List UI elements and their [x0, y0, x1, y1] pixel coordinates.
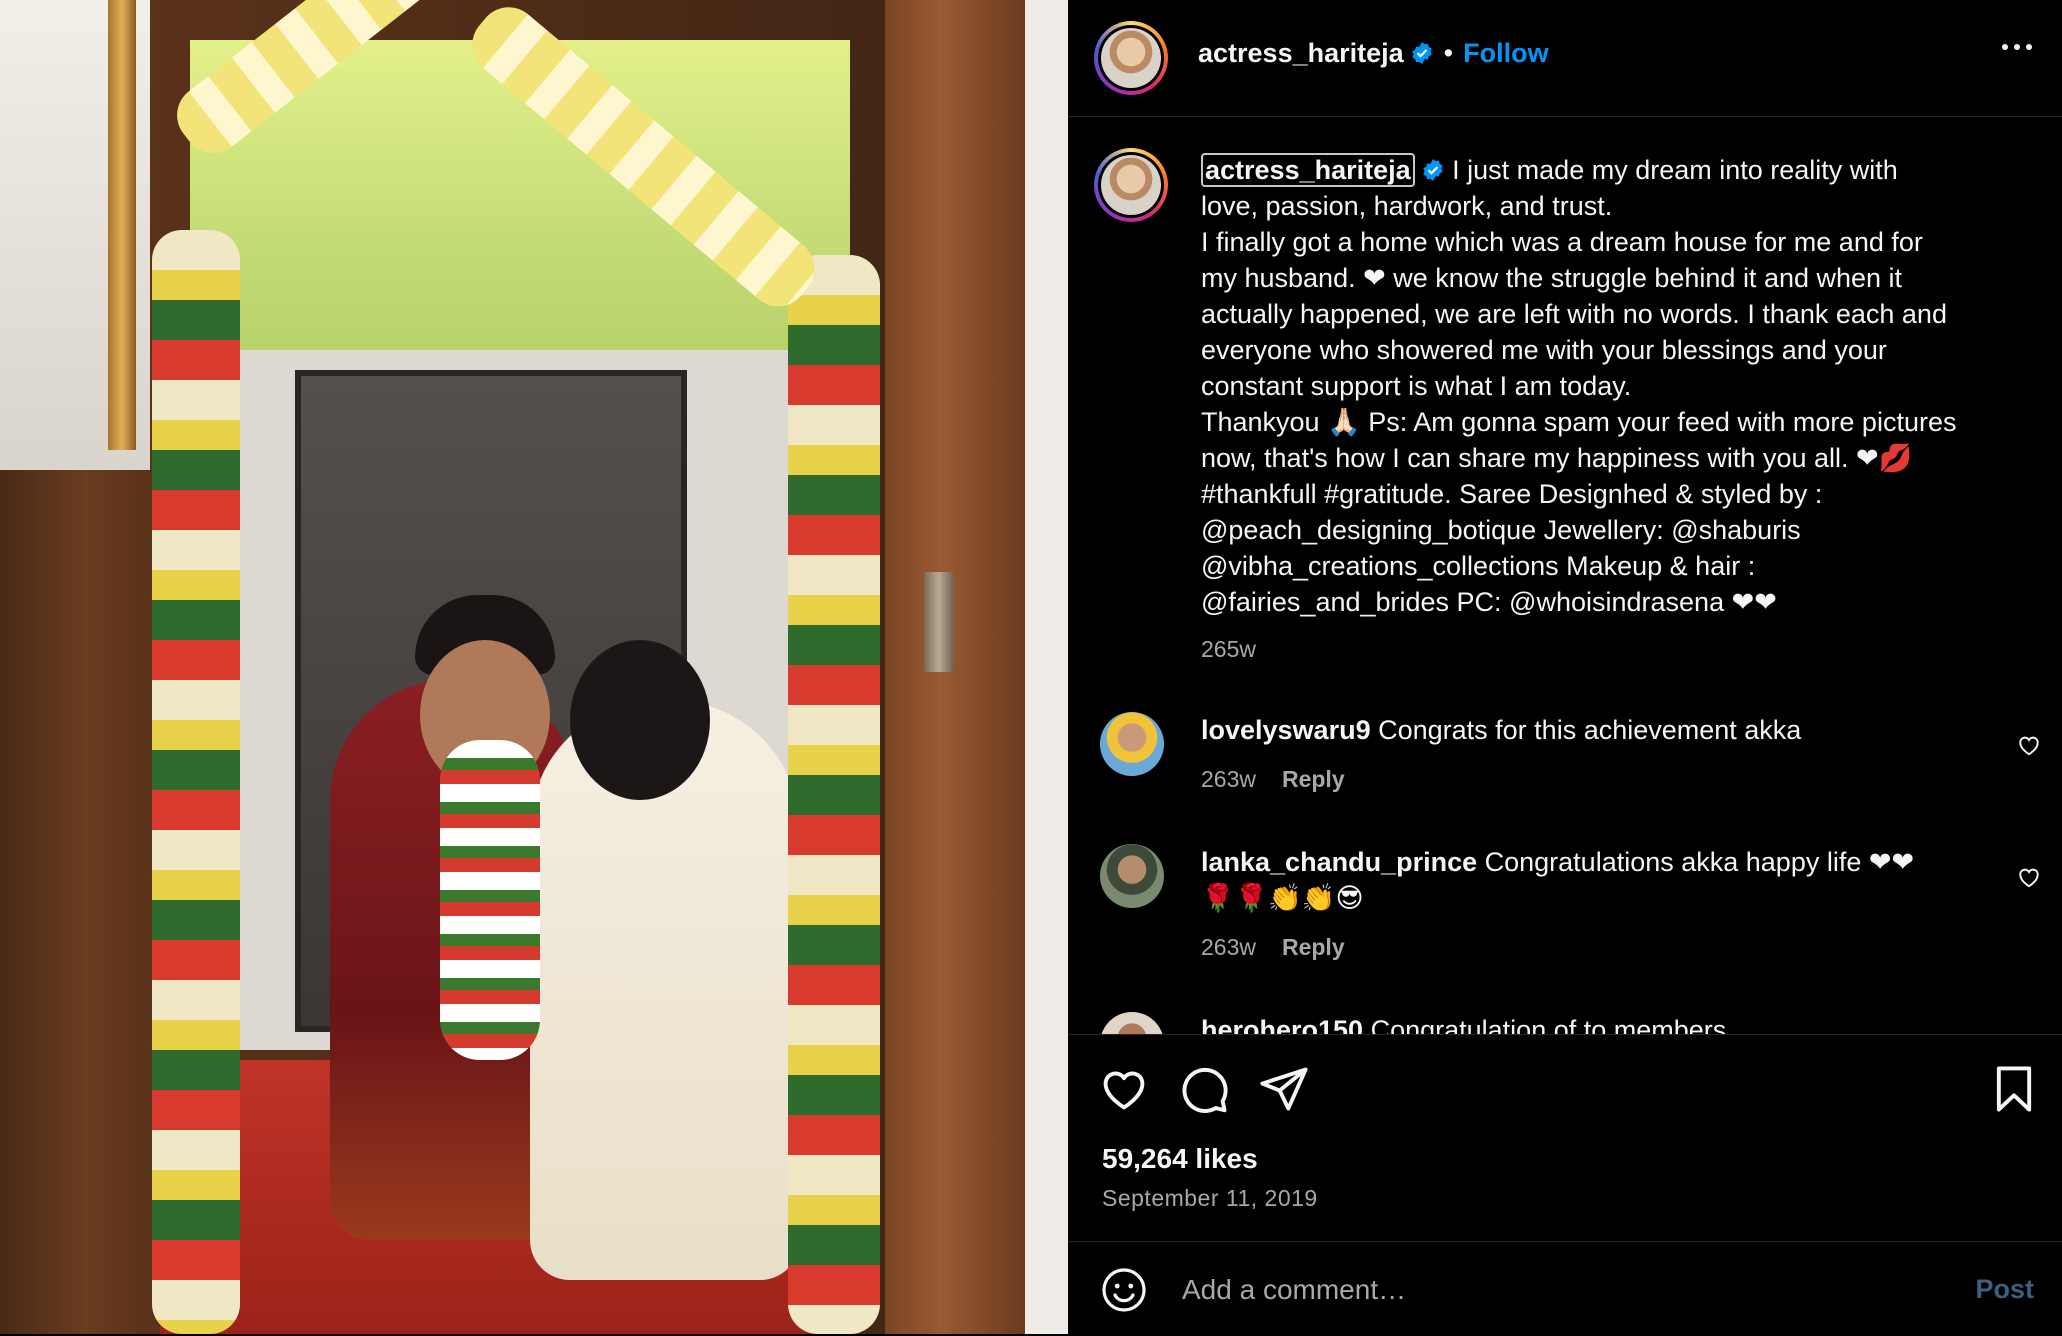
follow-button[interactable]: Follow	[1463, 38, 1548, 68]
comment-text: Congrats for this achievement akka	[1378, 715, 1802, 745]
comment-item: lovelyswaru9 Congrats for this achieveme…	[1201, 712, 1981, 748]
likes-count[interactable]: 59,264 likes	[1102, 1143, 1258, 1175]
caption-text: I just made my dream into reality with l…	[1201, 155, 1957, 617]
comment-username[interactable]: herohero150	[1201, 1015, 1363, 1034]
like-comment-heart-icon[interactable]	[2016, 732, 2042, 758]
photo-wall-edge	[1025, 0, 1068, 1334]
comments-scroll-area[interactable]: actress_hariteja I just made my dream in…	[1068, 116, 2062, 1034]
comment-username[interactable]: lovelyswaru9	[1201, 715, 1371, 745]
comment-item: herohero150 Congratulation of to members	[1201, 1012, 1981, 1034]
author-avatar[interactable]	[1094, 21, 1168, 95]
verified-badge-icon	[1422, 159, 1443, 181]
commenter-avatar[interactable]	[1100, 1012, 1164, 1034]
caption-username[interactable]: actress_hariteja	[1201, 153, 1415, 187]
photo-groom-head	[570, 640, 710, 800]
commenter-avatar[interactable]	[1100, 712, 1164, 776]
separator-dot: •	[1443, 38, 1454, 68]
photo-garland-left	[152, 230, 240, 1334]
post-comment-button[interactable]: Post	[1975, 1274, 2034, 1305]
caption-avatar[interactable]	[1094, 148, 1168, 222]
heart-icon[interactable]	[1098, 1063, 1150, 1115]
reply-button[interactable]: Reply	[1282, 934, 1345, 960]
comment-meta: 263w Reply	[1201, 766, 1345, 793]
share-icon[interactable]	[1258, 1063, 1310, 1115]
photo-cloth-border	[108, 0, 136, 450]
photo-garland-right	[788, 255, 880, 1334]
photo-flower-lei	[440, 740, 540, 1060]
comment-time: 263w	[1201, 934, 1256, 960]
comment-input[interactable]: Add a comment…	[1182, 1274, 1406, 1306]
author-line: actress_hariteja • Follow	[1198, 38, 1549, 69]
caption: actress_hariteja I just made my dream in…	[1201, 152, 2021, 620]
comment-time: 263w	[1201, 766, 1256, 792]
comment-username[interactable]: lanka_chandu_prince	[1201, 847, 1477, 877]
post-side-panel: actress_hariteja • Follow actress_hariteja…	[1068, 0, 2062, 1334]
caption-time: 265w	[1201, 636, 1256, 662]
like-comment-heart-icon[interactable]	[2016, 864, 2042, 890]
bookmark-icon[interactable]	[1988, 1063, 2040, 1115]
add-comment-bar: Add a comment… Post	[1068, 1241, 2062, 1336]
comment-meta: 263w Reply	[1201, 934, 1345, 961]
post-date: September 11, 2019	[1102, 1185, 1318, 1211]
comment-icon[interactable]	[1178, 1063, 1230, 1115]
commenter-avatar[interactable]	[1100, 844, 1164, 908]
comment-text: Congratulation of to members	[1370, 1015, 1727, 1034]
reply-button[interactable]: Reply	[1282, 766, 1345, 792]
post-photo[interactable]	[0, 0, 1068, 1334]
comment-item: lanka_chandu_prince Congratulations akka…	[1201, 844, 1981, 916]
photo-door-frame	[885, 0, 1025, 1334]
photo-hinge	[924, 572, 954, 672]
author-username[interactable]: actress_hariteja	[1198, 38, 1404, 68]
emoji-icon[interactable]	[1100, 1266, 1148, 1314]
verified-badge-icon	[1411, 42, 1432, 64]
post-header: actress_hariteja • Follow	[1068, 0, 2062, 117]
post-actions: 59,264 likes September 11, 2019 Add a co…	[1068, 1034, 2062, 1335]
more-options-icon[interactable]	[2002, 44, 2032, 50]
